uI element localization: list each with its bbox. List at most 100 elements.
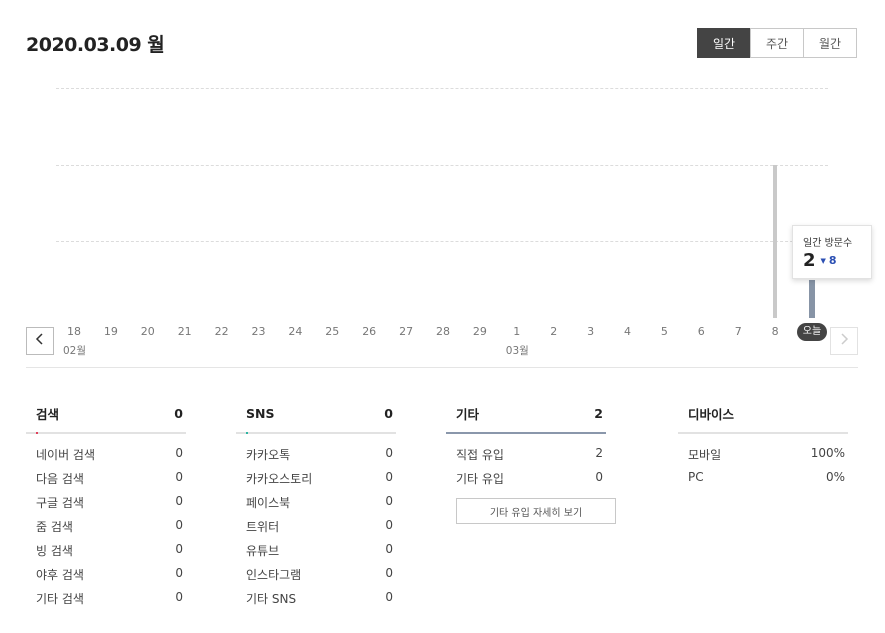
weekly-tab[interactable]: 주간 — [750, 28, 804, 58]
day-label[interactable]: 1 — [502, 325, 532, 338]
list-item-label: 페이스북 — [246, 496, 291, 510]
month-label: 02월 — [63, 345, 87, 357]
monthly-tab[interactable]: 월간 — [803, 28, 857, 58]
list-item: 기타 검색 0 — [26, 590, 186, 614]
day-label[interactable]: 25 — [317, 325, 347, 338]
list-item-value: 0 — [175, 518, 183, 532]
list-item-label: 유튜브 — [246, 544, 280, 558]
search-list: 네이버 검색 0 다음 검색 0 구글 검색 0 줌 검색 0 빙 검색 0 야후 검색 0 기타 검색… — [26, 446, 186, 614]
list-item-value: 0% — [825, 470, 845, 484]
other-panel: 기타 2 직접 유입 2 기타 유입 0 기타 유입 자세히 보기 — [446, 403, 616, 524]
list-item-label: 트위터 — [246, 520, 280, 534]
list-item-value: 0 — [385, 494, 393, 508]
chevron-right-icon — [839, 333, 849, 349]
list-item: 줌 검색 0 — [26, 518, 186, 542]
day-label[interactable]: 4 — [613, 325, 643, 338]
day-label[interactable]: 2 — [539, 325, 569, 338]
list-item-value: 0 — [175, 542, 183, 556]
panel-total: 0 — [384, 405, 393, 421]
list-item-value: 0 — [175, 470, 183, 484]
divider — [26, 367, 858, 368]
list-item-value: 0 — [175, 446, 183, 460]
list-item-label: 야후 검색 — [36, 568, 84, 582]
accent-mark — [36, 432, 38, 434]
panel-underline — [446, 432, 606, 434]
day-label[interactable]: 21 — [170, 325, 200, 338]
panel-header: SNS 0 — [236, 403, 396, 423]
list-item-value: 0 — [385, 566, 393, 580]
device-panel: 디바이스 모바일 100% PC 0% — [678, 403, 848, 494]
list-item-value: 0 — [385, 446, 393, 460]
period-toggle: 일간 주간 월간 — [697, 28, 857, 58]
day-label[interactable]: 24 — [280, 325, 310, 338]
triangle-down-icon: ▼ — [820, 256, 826, 265]
list-item-label: 기타 유입 — [456, 472, 504, 486]
list-item-value: 0 — [175, 566, 183, 580]
list-item-label: 카카오스토리 — [246, 472, 313, 486]
other-detail-button[interactable]: 기타 유입 자세히 보기 — [456, 498, 616, 524]
day-label[interactable]: 29 — [465, 325, 495, 338]
panel-header: 기타 2 — [446, 403, 606, 423]
list-item-label: 모바일 — [688, 448, 722, 462]
date-title: 2020.03.09 월 — [26, 34, 165, 56]
list-item-value: 0 — [175, 590, 183, 604]
day-label[interactable]: 27 — [391, 325, 421, 338]
list-item-label: 기타 검색 — [36, 592, 84, 606]
list-item-label: 줌 검색 — [36, 520, 73, 534]
list-item-label: 기타 SNS — [246, 592, 297, 606]
list-item-value: 0 — [385, 590, 393, 604]
list-item-value: 2 — [595, 446, 603, 460]
list-item: 페이스북 0 — [236, 494, 396, 518]
tooltip-value: 2 — [803, 250, 816, 271]
day-label[interactable]: 6 — [686, 325, 716, 338]
list-item-label: 빙 검색 — [36, 544, 73, 558]
tooltip-delta-value: 8 — [828, 254, 837, 267]
list-item: 다음 검색 0 — [26, 470, 186, 494]
today-label[interactable]: 오늘 — [797, 323, 827, 341]
list-item: 인스타그램 0 — [236, 566, 396, 590]
sns-list: 카카오톡 0 카카오스토리 0 페이스북 0 트위터 0 유튜브 0 인스타그램 0 기타 SNS 0 — [236, 446, 396, 614]
day-label[interactable]: 7 — [723, 325, 753, 338]
list-item-value: 0 — [385, 518, 393, 532]
next-period-button[interactable] — [830, 327, 858, 355]
visits-tooltip: 일간 방문수 2 ▼ 8 — [792, 225, 872, 279]
day-label[interactable]: 26 — [354, 325, 384, 338]
list-item: 모바일 100% — [678, 446, 848, 470]
chart-bar-today[interactable] — [809, 279, 815, 318]
day-label[interactable]: 20 — [133, 325, 163, 338]
sns-panel: SNS 0 카카오톡 0 카카오스토리 0 페이스북 0 트위터 0 유튜브 0 인스타그램 0 기타 … — [236, 403, 396, 614]
list-item-value: 0 — [595, 470, 603, 484]
other-list: 직접 유입 2 기타 유입 0 — [446, 446, 606, 494]
list-item: 네이버 검색 0 — [26, 446, 186, 470]
list-item-label: 인스타그램 — [246, 568, 302, 582]
list-item-value: 0 — [385, 470, 393, 484]
list-item-value: 0 — [385, 542, 393, 556]
prev-period-button[interactable] — [26, 327, 54, 355]
panel-underline — [26, 432, 186, 434]
day-label[interactable]: 22 — [207, 325, 237, 338]
day-label[interactable]: 18 — [59, 325, 89, 338]
day-label[interactable]: 19 — [96, 325, 126, 338]
panel-underline — [678, 432, 848, 434]
daily-tab[interactable]: 일간 — [697, 28, 751, 58]
day-label[interactable]: 28 — [428, 325, 458, 338]
list-item-label: 직접 유입 — [456, 448, 504, 462]
day-label[interactable]: 5 — [649, 325, 679, 338]
list-item: 기타 유입 0 — [446, 470, 606, 494]
gridline — [56, 165, 828, 166]
search-panel: 검색 0 네이버 검색 0 다음 검색 0 구글 검색 0 줌 검색 0 빙 검색 0 야후 검색 0… — [26, 403, 186, 614]
panel-title: 디바이스 — [688, 406, 735, 422]
list-item-value: 100% — [810, 446, 845, 460]
day-label[interactable]: 3 — [576, 325, 606, 338]
list-item: 카카오스토리 0 — [236, 470, 396, 494]
day-label[interactable]: 8 — [760, 325, 790, 338]
list-item-value: 0 — [175, 494, 183, 508]
chart-bar[interactable] — [773, 164, 778, 318]
list-item-label: 카카오톡 — [246, 448, 291, 462]
list-item: 직접 유입 2 — [446, 446, 606, 470]
tooltip-delta: ▼ 8 — [821, 254, 837, 267]
list-item-label: PC — [688, 470, 704, 484]
tooltip-value-row: 2 ▼ 8 — [803, 250, 861, 271]
day-label[interactable]: 23 — [244, 325, 274, 338]
panel-title: 기타 — [456, 406, 480, 422]
